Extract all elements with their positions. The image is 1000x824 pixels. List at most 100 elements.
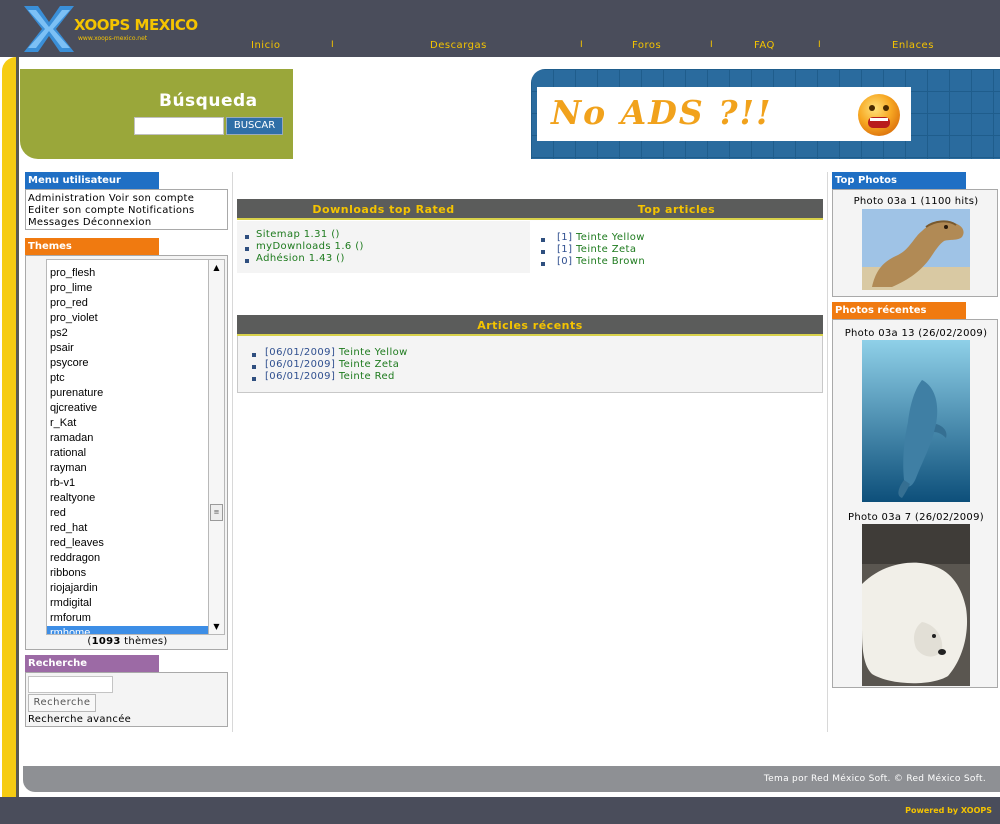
- bullet-icon: [245, 247, 249, 251]
- bottom-bar: Powered by XOOPS: [0, 797, 1000, 824]
- theme-option[interactable]: pro_red: [47, 296, 208, 311]
- theme-option[interactable]: red_hat: [47, 521, 208, 536]
- theme-option[interactable]: rmhome: [47, 626, 208, 634]
- bullet-icon: [252, 353, 256, 357]
- photo-caption[interactable]: Photo 03a 7 (26/02/2009): [833, 512, 999, 523]
- downloads-block-title: Downloads top Rated: [237, 199, 530, 220]
- top-photos-title: Top Photos: [832, 172, 966, 189]
- recent-photos-block: Photo 03a 13 (26/02/2009) Photo 03a 7 (2…: [832, 319, 998, 688]
- search-title: Búsqueda: [159, 91, 258, 111]
- nav-separator: I: [580, 40, 583, 50]
- ad-text: No ADS ?!!: [551, 93, 773, 132]
- theme-option[interactable]: rational: [47, 446, 208, 461]
- footer-credit: Tema por Red México Soft. © Red México S…: [763, 774, 986, 784]
- theme-option[interactable]: pro_violet: [47, 311, 208, 326]
- top-article-item[interactable]: [1] Teinte Yellow: [557, 232, 645, 243]
- theme-option[interactable]: rmforum: [47, 611, 208, 626]
- theme-option[interactable]: rb-v1: [47, 476, 208, 491]
- search-banner: Búsqueda BUSCAR: [20, 69, 293, 159]
- search-button[interactable]: BUSCAR: [226, 117, 283, 135]
- download-link[interactable]: Adhésion 1.43 (): [256, 253, 345, 264]
- theme-option[interactable]: qjcreative: [47, 401, 208, 416]
- recherche-input[interactable]: [28, 676, 113, 693]
- themes-scrollbar[interactable]: ▲ ≡ ▼: [208, 259, 225, 635]
- search-input[interactable]: [134, 117, 224, 135]
- ad-banner: No ADS ?!!: [531, 69, 1000, 159]
- bullet-icon: [245, 235, 249, 239]
- site-logo[interactable]: XOOPS MEXICO www.xoops-mexico.net: [22, 4, 198, 54]
- recent-articles-block: Articles récents [06/01/2009] Teinte Yel…: [237, 315, 823, 393]
- photo-caption[interactable]: Photo 03a 1 (1100 hits): [833, 196, 999, 207]
- theme-option[interactable]: rayman: [47, 461, 208, 476]
- nav-faq[interactable]: FAQ: [754, 40, 775, 51]
- bullet-icon: [541, 238, 545, 242]
- logo-text: XOOPS MEXICO: [74, 16, 198, 34]
- user-menu: Administration Voir son compte Editer so…: [25, 189, 228, 230]
- recherche-button[interactable]: Recherche: [28, 694, 96, 712]
- nav-enlaces[interactable]: Enlaces: [892, 40, 934, 51]
- theme-option[interactable]: psycore: [47, 356, 208, 371]
- bullet-icon: [541, 262, 545, 266]
- camel-photo[interactable]: [862, 209, 970, 290]
- recent-article-item[interactable]: [06/01/2009] Teinte Zeta: [265, 359, 399, 370]
- column-divider: [232, 172, 233, 732]
- theme-option[interactable]: ps2: [47, 326, 208, 341]
- advanced-search-link[interactable]: Recherche avancée: [28, 714, 131, 725]
- theme-option[interactable]: pro_flesh: [47, 266, 208, 281]
- theme-option[interactable]: red: [47, 506, 208, 521]
- nav-separator: I: [818, 40, 821, 50]
- ad-box[interactable]: No ADS ?!!: [537, 87, 911, 141]
- recent-photos-title: Photos récentes: [832, 302, 966, 319]
- recherche-block-title: Recherche: [25, 655, 159, 672]
- theme-option[interactable]: reddragon: [47, 551, 208, 566]
- logo-x-icon: [24, 6, 74, 52]
- powered-by-link[interactable]: Powered by XOOPS: [905, 806, 992, 815]
- scroll-down-icon[interactable]: ▼: [209, 619, 224, 634]
- scroll-thumb[interactable]: ≡: [210, 504, 223, 521]
- shocked-smiley-icon: [858, 94, 900, 136]
- page: XOOPS MEXICO www.xoops-mexico.net Inicio…: [0, 0, 1000, 824]
- nav-foros[interactable]: Foros: [632, 40, 661, 51]
- theme-option[interactable]: ramadan: [47, 431, 208, 446]
- theme-option[interactable]: red_leaves: [47, 536, 208, 551]
- user-menu-line[interactable]: Editer son compte Notifications: [28, 205, 225, 217]
- top-articles-block: [1] Teinte Yellow [1] Teinte Zeta [0] Te…: [530, 221, 823, 273]
- download-link[interactable]: Sitemap 1.31 (): [256, 229, 340, 240]
- nav-separator: I: [710, 40, 713, 50]
- themes-block-title: Themes: [25, 238, 159, 255]
- user-menu-line[interactable]: Messages Déconnexion: [28, 217, 225, 229]
- theme-option[interactable]: psair: [47, 341, 208, 356]
- scroll-up-icon[interactable]: ▲: [209, 260, 224, 275]
- top-photos-block: Photo 03a 1 (1100 hits): [832, 189, 998, 297]
- themes-count: (1093 thèmes): [87, 636, 168, 647]
- theme-option[interactable]: purenature: [47, 386, 208, 401]
- theme-option[interactable]: ptc: [47, 371, 208, 386]
- user-menu-line[interactable]: Administration Voir son compte: [28, 193, 225, 205]
- top-articles-title: Top articles: [530, 199, 823, 220]
- top-article-item[interactable]: [0] Teinte Brown: [557, 256, 645, 267]
- theme-option[interactable]: rmdigital: [47, 596, 208, 611]
- top-navigation-bar: XOOPS MEXICO www.xoops-mexico.net Inicio…: [0, 0, 1000, 57]
- column-divider: [827, 172, 828, 732]
- logo-subtitle: www.xoops-mexico.net: [78, 35, 148, 42]
- menu-block-title: Menu utilisateur: [25, 172, 159, 189]
- bullet-icon: [252, 365, 256, 369]
- dolphin-photo[interactable]: [862, 340, 970, 502]
- recent-article-item[interactable]: [06/01/2009] Teinte Yellow: [265, 347, 408, 358]
- polar-bear-photo[interactable]: [862, 524, 970, 686]
- theme-option[interactable]: ribbons: [47, 566, 208, 581]
- nav-inicio[interactable]: Inicio: [251, 40, 280, 51]
- theme-option[interactable]: realtyone: [47, 491, 208, 506]
- theme-option[interactable]: pro_lime: [47, 281, 208, 296]
- theme-option[interactable]: riojajardin: [47, 581, 208, 596]
- photo-caption[interactable]: Photo 03a 13 (26/02/2009): [833, 328, 999, 339]
- left-accent-stripe: [2, 57, 16, 797]
- themes-listbox[interactable]: pro_flesh pro_lime pro_red pro_violet ps2 psa…: [46, 259, 208, 635]
- download-link[interactable]: myDownloads 1.6 (): [256, 241, 364, 252]
- theme-option[interactable]: r_Kat: [47, 416, 208, 431]
- top-article-item[interactable]: [1] Teinte Zeta: [557, 244, 636, 255]
- recent-articles-title: Articles récents: [237, 315, 823, 336]
- recent-article-item[interactable]: [06/01/2009] Teinte Red: [265, 371, 395, 382]
- nav-descargas[interactable]: Descargas: [430, 40, 487, 51]
- nav-separator: I: [331, 40, 334, 50]
